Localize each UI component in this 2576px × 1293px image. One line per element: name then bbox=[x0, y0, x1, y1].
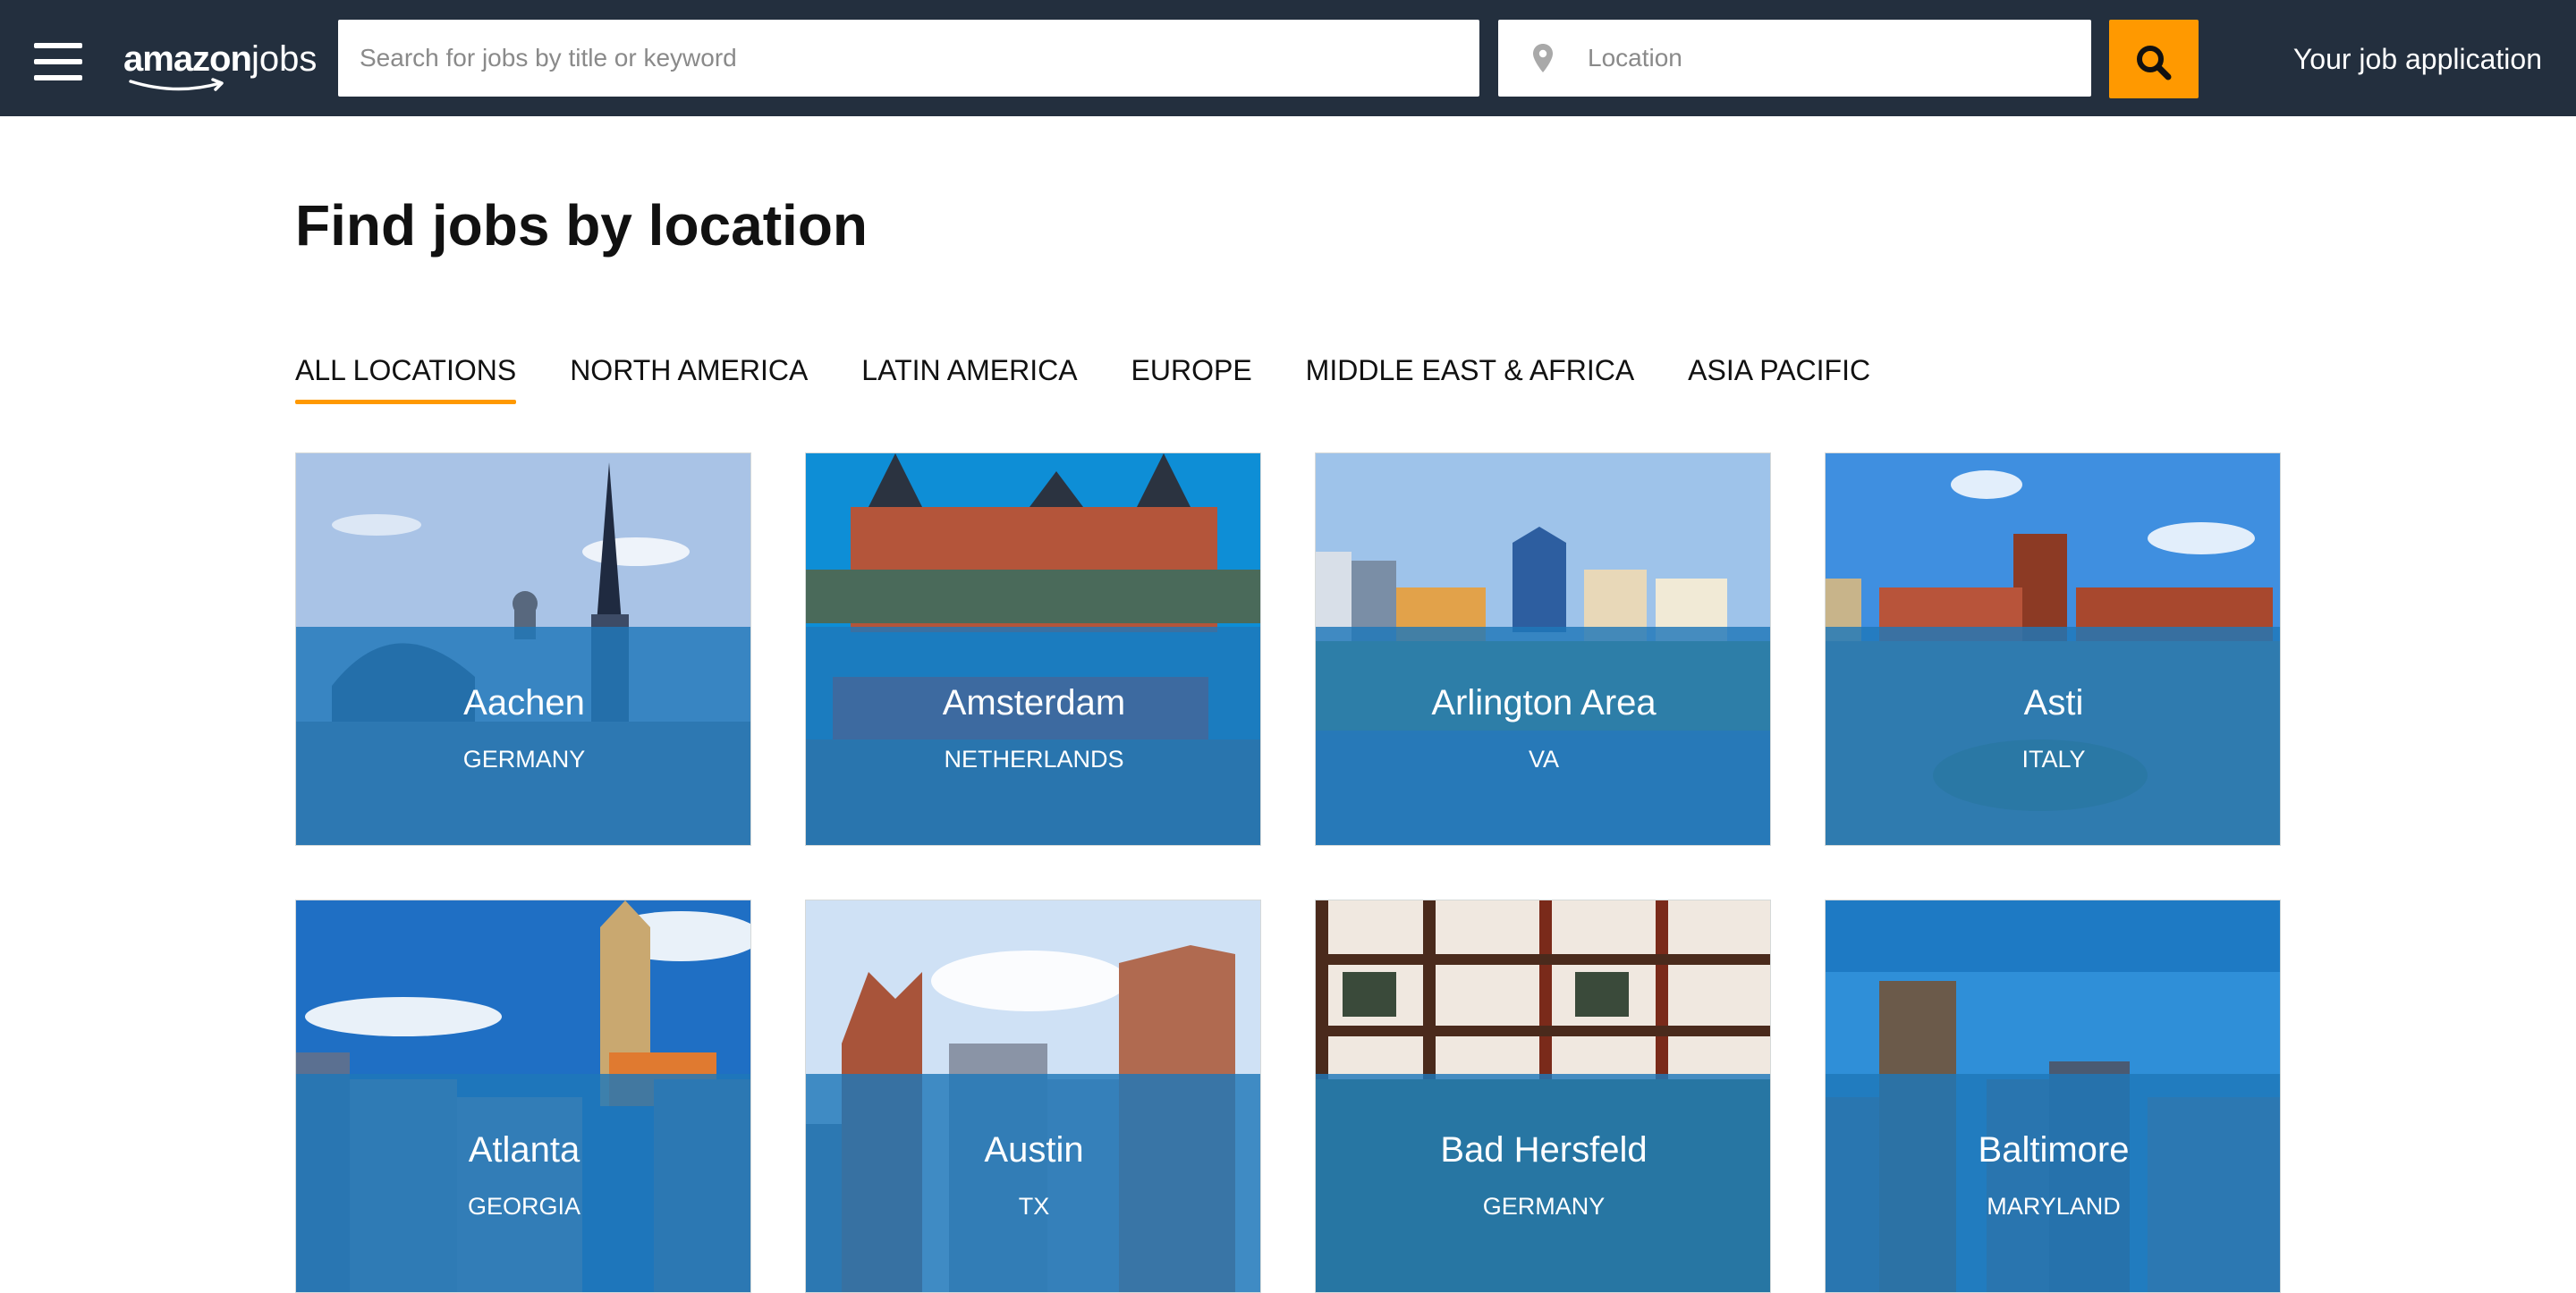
your-job-application-link[interactable]: Your job application bbox=[2293, 39, 2542, 79]
card-overlay bbox=[1826, 627, 2280, 845]
menu-icon[interactable] bbox=[34, 43, 82, 80]
tab-all-locations[interactable]: ALL LOCATIONS bbox=[295, 351, 517, 404]
region-name: GEORGIA bbox=[467, 1193, 581, 1220]
region-name: GERMANY bbox=[1482, 1193, 1606, 1220]
region-name: TX bbox=[1018, 1193, 1050, 1220]
card-overlay bbox=[806, 627, 1260, 845]
city-name: Amsterdam bbox=[942, 683, 1126, 723]
city-name: Baltimore bbox=[1978, 1130, 2130, 1170]
location-input[interactable] bbox=[1586, 20, 2069, 97]
region-name: ITALY bbox=[2021, 746, 2086, 773]
location-field[interactable] bbox=[1498, 20, 2091, 97]
tab-middle-east-africa[interactable]: MIDDLE EAST & AFRICA bbox=[1306, 351, 1635, 404]
search-button[interactable] bbox=[2109, 20, 2199, 98]
card-overlay bbox=[1316, 627, 1770, 845]
city-name: Atlanta bbox=[468, 1130, 580, 1170]
card-overlay bbox=[296, 1074, 750, 1292]
search-icon bbox=[2137, 46, 2172, 80]
location-card-aachen[interactable]: Aachen GERMANY bbox=[295, 452, 751, 846]
city-name: Arlington Area bbox=[1431, 683, 1657, 723]
top-navigation-bar: amazonjobs Your job application bbox=[0, 0, 2576, 116]
city-name: Aachen bbox=[463, 683, 585, 723]
amazon-smile-icon bbox=[129, 78, 224, 91]
region-name: GERMANY bbox=[462, 746, 586, 773]
region-tabs: ALL LOCATIONS NORTH AMERICA LATIN AMERIC… bbox=[295, 351, 1924, 404]
tab-europe[interactable]: EUROPE bbox=[1131, 351, 1252, 404]
page-title: Find jobs by location bbox=[295, 193, 868, 258]
card-overlay bbox=[1316, 1074, 1770, 1292]
tab-north-america[interactable]: NORTH AMERICA bbox=[570, 351, 808, 404]
amazon-jobs-logo[interactable]: amazonjobs bbox=[123, 36, 318, 91]
card-overlay bbox=[296, 627, 750, 845]
location-card-asti[interactable]: Asti ITALY bbox=[1825, 452, 2281, 846]
card-overlay bbox=[806, 1074, 1260, 1292]
region-name: MARYLAND bbox=[1987, 1193, 2121, 1220]
region-name: NETHERLANDS bbox=[944, 746, 1124, 773]
tab-latin-america[interactable]: LATIN AMERICA bbox=[861, 351, 1077, 404]
location-card-amsterdam[interactable]: Amsterdam NETHERLANDS bbox=[805, 452, 1261, 846]
card-overlay bbox=[1826, 1074, 2280, 1292]
location-card-arlington-area[interactable]: Arlington Area VA bbox=[1315, 452, 1771, 846]
tab-asia-pacific[interactable]: ASIA PACIFIC bbox=[1688, 351, 1870, 404]
location-card-bad-hersfeld[interactable]: Bad Hersfeld GERMANY bbox=[1315, 900, 1771, 1293]
job-search-input[interactable] bbox=[338, 20, 1479, 97]
location-card-atlanta[interactable]: Atlanta GEORGIA bbox=[295, 900, 751, 1293]
logo-amazon-text: amazon bbox=[123, 39, 252, 79]
city-name: Bad Hersfeld bbox=[1440, 1130, 1648, 1170]
location-card-austin[interactable]: Austin TX bbox=[805, 900, 1261, 1293]
location-pin-icon bbox=[1533, 44, 1553, 72]
region-name: VA bbox=[1528, 746, 1559, 773]
logo-jobs-text: jobs bbox=[250, 39, 318, 79]
city-name: Asti bbox=[2023, 683, 2084, 723]
city-name: Austin bbox=[984, 1130, 1084, 1170]
location-card-baltimore[interactable]: Baltimore MARYLAND bbox=[1825, 900, 2281, 1293]
